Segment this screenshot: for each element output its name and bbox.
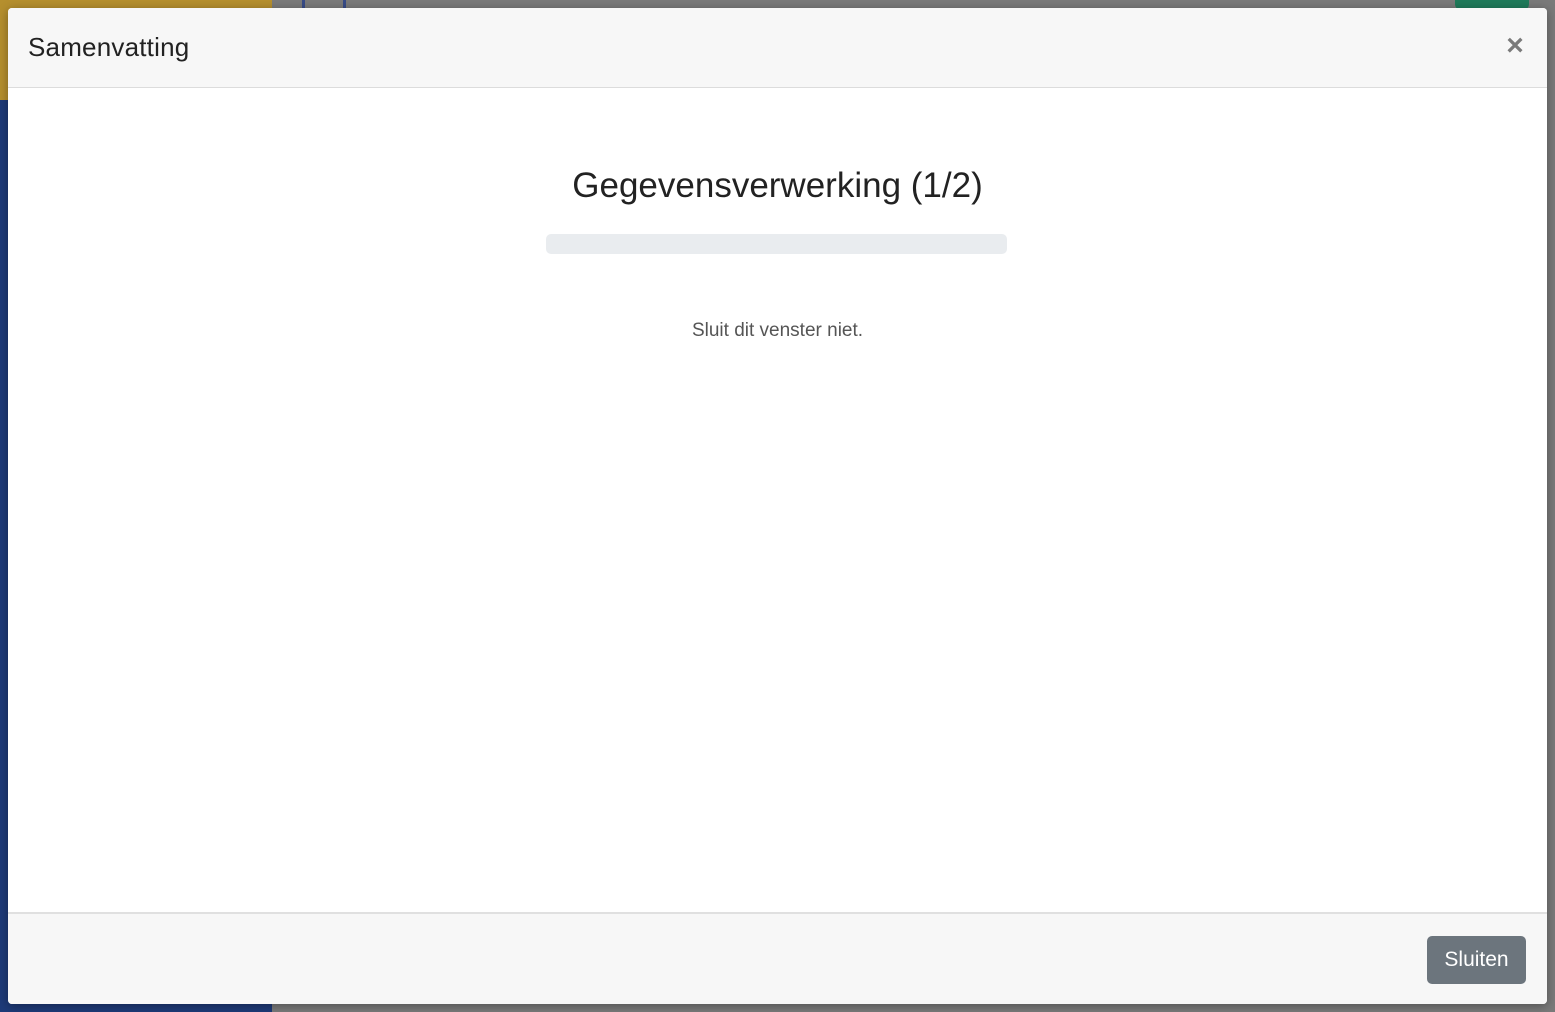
modal-body: Gegevensverwerking (1/2) Sluit dit venst… [8,88,1547,912]
modal-header: Samenvatting × [8,8,1547,88]
modal-footer: Sluiten [8,912,1547,1004]
close-button[interactable]: Sluiten [1427,936,1526,984]
summary-modal: Samenvatting × Gegevensverwerking (1/2) … [8,8,1547,1004]
modal-title: Samenvatting [28,32,190,62]
close-icon[interactable]: × [1501,31,1529,61]
step-title: Gegevensverwerking (1/2) [572,166,983,205]
progress-bar [546,234,1007,254]
warning-text: Sluit dit venster niet. [691,320,864,341]
